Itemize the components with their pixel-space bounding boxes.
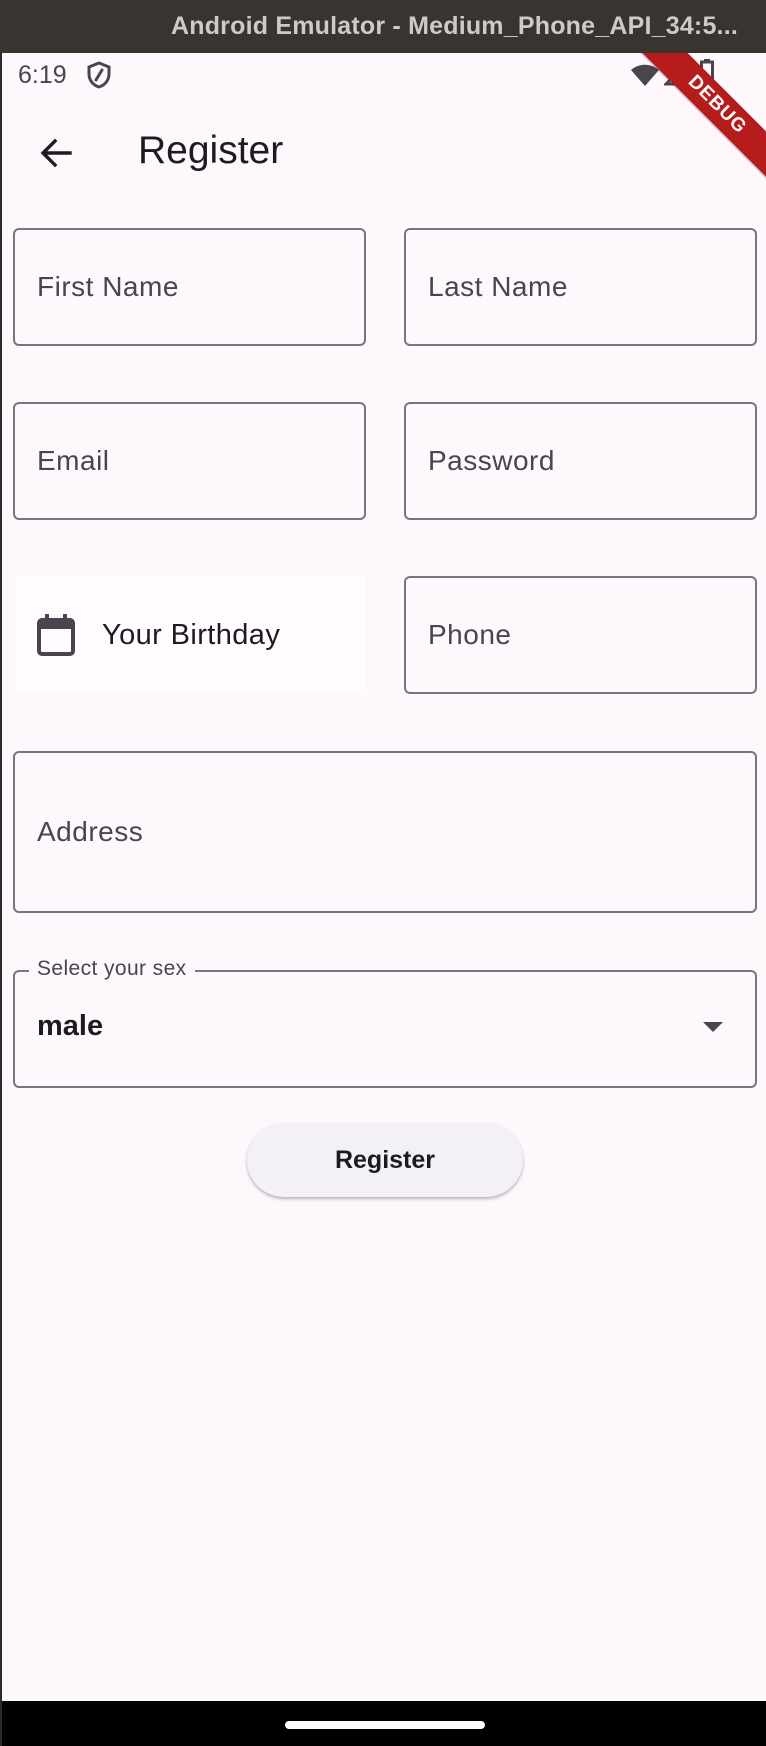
- birthday-picker[interactable]: Your Birthday: [16, 576, 366, 694]
- birthday-label: Your Birthday: [102, 618, 281, 651]
- status-time: 6:19: [18, 61, 67, 89]
- email-field: [13, 402, 366, 520]
- emulator-title-bar: Android Emulator - Medium_Phone_API_34:5…: [0, 0, 766, 53]
- arrow-back-icon: [40, 138, 72, 168]
- page-title: Register: [138, 129, 284, 172]
- sex-dropdown-label: Select your sex: [29, 957, 195, 981]
- app-bar: Register: [2, 99, 766, 204]
- password-field: [404, 402, 757, 520]
- calendar-icon: [37, 614, 75, 656]
- last-name-input[interactable]: [406, 230, 755, 344]
- register-button[interactable]: Register: [247, 1123, 523, 1197]
- window-title: Android Emulator - Medium_Phone_API_34:5…: [170, 12, 738, 40]
- sex-dropdown-value: male: [37, 1010, 104, 1042]
- back-button[interactable]: [28, 125, 84, 181]
- gesture-handle[interactable]: [285, 1721, 485, 1729]
- shield-icon: [87, 61, 111, 89]
- last-name-field: [404, 228, 757, 346]
- first-name-input[interactable]: [15, 230, 364, 344]
- address-input[interactable]: [15, 753, 755, 911]
- phone-screen: 6:19 DEBUG Register First Name Last Name…: [0, 53, 766, 1746]
- phone-field: [404, 576, 757, 694]
- sex-dropdown[interactable]: Select your sex male: [13, 957, 757, 1088]
- dropdown-arrow-icon: [703, 1022, 723, 1032]
- system-nav-bar: [2, 1701, 766, 1746]
- email-input[interactable]: [15, 404, 364, 518]
- first-name-field: [13, 228, 366, 346]
- password-input[interactable]: [406, 404, 755, 518]
- address-field: [13, 751, 757, 913]
- phone-input[interactable]: [406, 578, 755, 692]
